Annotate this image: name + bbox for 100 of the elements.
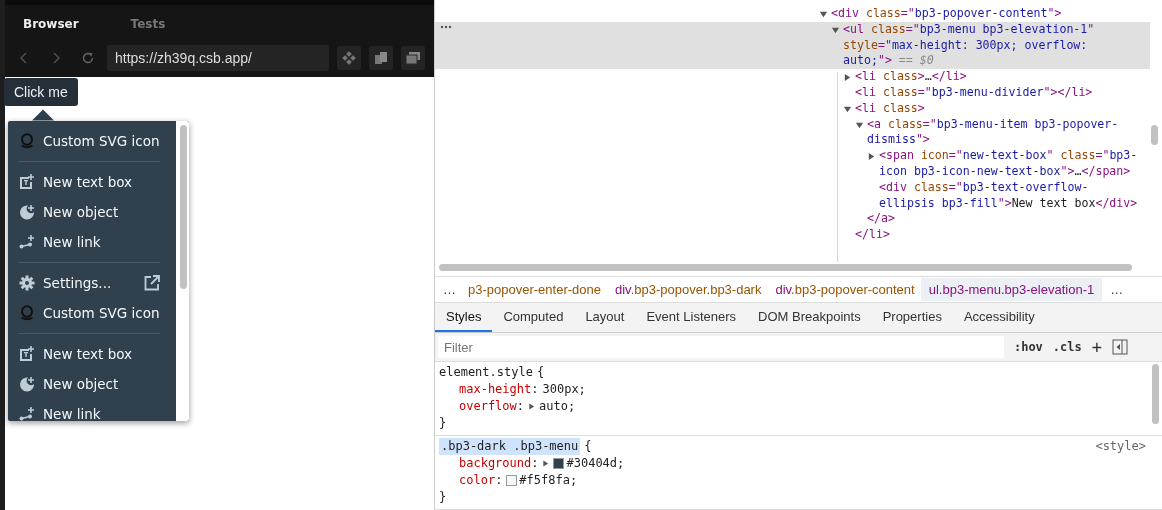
colon: :: [516, 398, 525, 415]
new-rule-button[interactable]: +: [1091, 337, 1102, 357]
url-field[interactable]: https://zh39q.csb.app/: [107, 45, 329, 71]
devtools-tab[interactable]: Computed: [492, 303, 575, 332]
more-breadcrumbs-button[interactable]: …: [1102, 282, 1130, 297]
semicolon: ;: [569, 472, 578, 489]
text-box-plus-icon: [19, 174, 35, 190]
toolbar-button[interactable]: [337, 46, 361, 70]
css-property: background: [459, 455, 532, 472]
menu-item[interactable]: New object: [13, 369, 166, 399]
dom-node-code: </a>: [867, 211, 896, 228]
close-brace: }: [439, 489, 448, 506]
css-selector: element.style: [439, 364, 533, 381]
hov-button[interactable]: :hov: [1013, 340, 1043, 354]
scrollbar[interactable]: [1151, 125, 1158, 145]
menu-item-label: Settings...: [43, 275, 113, 291]
windows-icon: [405, 51, 421, 65]
collapsed-triangle-icon[interactable]: [843, 73, 852, 83]
css-value: 300px: [542, 381, 579, 398]
dom-node-code: <a class="bp3-menu-item bp3-popover-dismiss">: [867, 116, 1120, 149]
cls-button[interactable]: .cls: [1052, 340, 1082, 354]
menu-item-label: Custom SVG icon: [43, 133, 160, 149]
more-dots-icon[interactable]: [440, 24, 452, 29]
copy-icon: [374, 51, 388, 65]
expand-triangle-icon[interactable]: [542, 460, 550, 467]
expanded-triangle-icon[interactable]: [831, 25, 840, 35]
css-property: overflow: [459, 398, 517, 415]
text-box-plus-icon: [19, 346, 35, 362]
click-me-button[interactable]: Click me: [4, 78, 78, 106]
menu-item[interactable]: Settings...: [13, 268, 166, 298]
semicolon: ;: [617, 455, 625, 472]
diamonds-icon: [342, 51, 356, 65]
devtools-tab[interactable]: DOM Breakpoints: [747, 303, 872, 332]
dom-node-code: <div class="bp3-popover-content">: [831, 6, 1063, 22]
menu-item-label: New link: [43, 234, 102, 250]
settings-icon: [19, 275, 35, 291]
breadcrumb[interactable]: div.bp3-popover-content: [767, 278, 923, 301]
colon: :: [531, 381, 539, 398]
css-selector: .bp3-dark .bp3-menu: [439, 438, 581, 455]
expand-triangle-icon[interactable]: [528, 403, 536, 410]
expanded-triangle-icon[interactable]: [855, 120, 864, 130]
menu-item-label: New text box: [43, 174, 134, 190]
menu-item-label: New link: [43, 406, 102, 421]
toolbar-button[interactable]: [401, 46, 425, 70]
menu-item-label: New object: [43, 376, 120, 392]
toolbar-button[interactable]: [369, 46, 393, 70]
moon-plus-icon: [19, 376, 35, 392]
menu-item-label: New text box: [43, 346, 134, 362]
semicolon: ;: [567, 398, 576, 415]
link-nodes-icon: [19, 234, 35, 250]
menu-item[interactable]: New text box: [13, 339, 166, 369]
scrollbar[interactable]: [175, 121, 189, 421]
sidebar-toggle-icon[interactable]: [1112, 339, 1128, 355]
selected-row-highlight[interactable]: <ul class="bp3-menu bp3-elevation-1" style="max-height: 300px; overflow: auto;"> == $0: [435, 21, 1150, 70]
devtools-tab[interactable]: Layout: [574, 303, 636, 332]
dom-node-code: <li class>: [855, 100, 926, 117]
devtools-tab[interactable]: Properties: [871, 303, 953, 332]
panel-tab[interactable]: Browser: [17, 16, 85, 31]
more-breadcrumbs-button[interactable]: …: [435, 282, 462, 297]
colon: :: [531, 455, 539, 472]
color-swatch[interactable]: [553, 458, 565, 469]
dom-node-code: <li class="bp3-menu-divider"></li>: [855, 85, 1094, 101]
dom-node-code: <div class="bp3-text-overflow-ellipsis bp3-fill">New text box</div>: [879, 179, 1139, 212]
menu-item[interactable]: Custom SVG icon: [13, 298, 166, 328]
reload-icon[interactable]: [81, 51, 95, 65]
menu-item[interactable]: New text box: [13, 167, 166, 197]
css-property: max-height: [459, 381, 532, 398]
semicolon: ;: [578, 381, 586, 398]
open-brace: {: [584, 438, 592, 455]
expanded-triangle-icon[interactable]: [819, 10, 828, 19]
scrollbar[interactable]: [439, 264, 1132, 271]
panel-tab[interactable]: Tests: [124, 16, 172, 31]
menu-item[interactable]: Custom SVG icon: [13, 126, 166, 156]
devtools-tab[interactable]: Event Listeners: [635, 303, 748, 332]
breadcrumb[interactable]: div.bp3-popover.bp3-dark: [607, 278, 770, 301]
menu-item[interactable]: New link: [13, 227, 166, 257]
dom-node-code: <ul class="bp3-menu bp3-elevation-1" style="max-height: 300px; overflow: auto;"> == $0: [843, 21, 1096, 70]
css-property: color: [459, 472, 496, 489]
menu-item[interactable]: New link: [13, 399, 166, 421]
css-value: auto: [539, 398, 568, 415]
scrollbar[interactable]: [1152, 364, 1159, 424]
dom-node-code: <span icon="new-text-box" class="bp3-icon bp3-icon-new-text-box">…</span>: [879, 148, 1139, 180]
devtools-tab[interactable]: Accessibility: [952, 303, 1046, 332]
dom-node-code: <li class>…</li>: [855, 69, 968, 85]
expanded-triangle-icon[interactable]: [843, 104, 852, 114]
dom-node-code: </li>: [855, 227, 891, 243]
filter-field[interactable]: Filter: [438, 336, 1004, 358]
collapsed-triangle-icon[interactable]: [867, 152, 876, 162]
source-link[interactable]: <style>: [1095, 438, 1146, 455]
open-brace: {: [536, 364, 545, 381]
colon: :: [495, 472, 503, 489]
menu-item-label: Custom SVG icon: [43, 305, 160, 321]
moon-plus-icon: [19, 204, 35, 220]
css-value: #f5f8fa: [519, 472, 570, 489]
menu-item[interactable]: New object: [13, 197, 166, 227]
close-brace: }: [439, 415, 448, 432]
breadcrumb[interactable]: ul.bp3-menu.bp3-elevation-1: [920, 278, 1103, 301]
menu-item-label: New object: [43, 204, 120, 220]
breadcrumb[interactable]: p3-popover-enter-done: [460, 278, 609, 301]
color-swatch[interactable]: [506, 475, 518, 486]
